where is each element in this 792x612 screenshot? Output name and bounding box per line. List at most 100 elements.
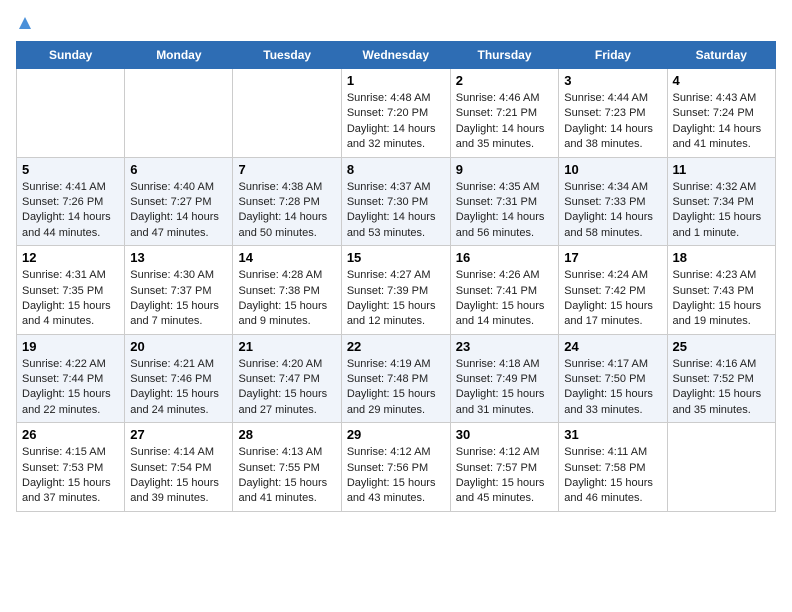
day-number: 23 [456, 339, 554, 354]
header [16, 16, 776, 35]
day-info: Sunrise: 4:19 AM Sunset: 7:48 PM Dayligh… [347, 357, 445, 419]
day-info: Sunrise: 4:13 AM Sunset: 7:55 PM Dayligh… [238, 445, 335, 507]
day-info: Sunrise: 4:23 AM Sunset: 7:43 PM Dayligh… [673, 268, 771, 330]
calendar-table: SundayMondayTuesdayWednesdayThursdayFrid… [16, 41, 776, 512]
day-number: 20 [130, 339, 227, 354]
calendar-cell: 19 Sunrise: 4:22 AM Sunset: 7:44 PM Dayli… [17, 334, 125, 423]
calendar-cell: 18 Sunrise: 4:23 AM Sunset: 7:43 PM Dayli… [667, 246, 776, 335]
day-info: Sunrise: 4:18 AM Sunset: 7:49 PM Dayligh… [456, 357, 554, 419]
calendar-cell [125, 69, 233, 158]
day-info: Sunrise: 4:21 AM Sunset: 7:46 PM Dayligh… [130, 357, 227, 419]
day-header-tuesday: Tuesday [233, 42, 341, 69]
day-info: Sunrise: 4:12 AM Sunset: 7:56 PM Dayligh… [347, 445, 445, 507]
day-number: 6 [130, 162, 227, 177]
day-number: 22 [347, 339, 445, 354]
day-info: Sunrise: 4:28 AM Sunset: 7:38 PM Dayligh… [238, 268, 335, 330]
day-number: 16 [456, 250, 554, 265]
calendar-cell: 23 Sunrise: 4:18 AM Sunset: 7:49 PM Dayli… [450, 334, 559, 423]
day-header-thursday: Thursday [450, 42, 559, 69]
day-info: Sunrise: 4:38 AM Sunset: 7:28 PM Dayligh… [238, 180, 335, 242]
calendar-cell: 29 Sunrise: 4:12 AM Sunset: 7:56 PM Dayli… [341, 423, 450, 512]
calendar-week-3: 12 Sunrise: 4:31 AM Sunset: 7:35 PM Dayli… [17, 246, 776, 335]
calendar-cell: 7Sunrise: 4:38 AM Sunset: 7:28 PM Daylig… [233, 157, 341, 246]
day-info: Sunrise: 4:12 AM Sunset: 7:57 PM Dayligh… [456, 445, 554, 507]
day-info: Sunrise: 4:30 AM Sunset: 7:37 PM Dayligh… [130, 268, 227, 330]
day-info: Sunrise: 4:24 AM Sunset: 7:42 PM Dayligh… [564, 268, 661, 330]
logo-arrow-icon [18, 16, 32, 35]
day-info: Sunrise: 4:22 AM Sunset: 7:44 PM Dayligh… [22, 357, 119, 419]
day-header-wednesday: Wednesday [341, 42, 450, 69]
day-number: 4 [673, 73, 771, 88]
day-number: 21 [238, 339, 335, 354]
day-number: 18 [673, 250, 771, 265]
calendar-cell: 4 Sunrise: 4:43 AM Sunset: 7:24 PM Daylig… [667, 69, 776, 158]
day-info: Sunrise: 4:43 AM Sunset: 7:24 PM Dayligh… [673, 91, 771, 153]
calendar-cell: 14 Sunrise: 4:28 AM Sunset: 7:38 PM Dayli… [233, 246, 341, 335]
day-number: 30 [456, 427, 554, 442]
day-number: 31 [564, 427, 661, 442]
day-header-friday: Friday [559, 42, 667, 69]
day-info: Sunrise: 4:32 AM Sunset: 7:34 PM Dayligh… [673, 180, 771, 242]
day-info: Sunrise: 4:20 AM Sunset: 7:47 PM Dayligh… [238, 357, 335, 419]
day-number: 25 [673, 339, 771, 354]
logo [16, 16, 32, 35]
day-header-sunday: Sunday [17, 42, 125, 69]
calendar-cell [17, 69, 125, 158]
day-info: Sunrise: 4:16 AM Sunset: 7:52 PM Dayligh… [673, 357, 771, 419]
day-number: 8 [347, 162, 445, 177]
day-info: Sunrise: 4:35 AM Sunset: 7:31 PM Dayligh… [456, 180, 554, 242]
calendar-cell: 26 Sunrise: 4:15 AM Sunset: 7:53 PM Dayli… [17, 423, 125, 512]
day-info: Sunrise: 4:44 AM Sunset: 7:23 PM Dayligh… [564, 91, 661, 153]
day-number: 14 [238, 250, 335, 265]
day-number: 5 [22, 162, 119, 177]
calendar-cell: 2Sunrise: 4:46 AM Sunset: 7:21 PM Daylig… [450, 69, 559, 158]
calendar-cell: 6Sunrise: 4:40 AM Sunset: 7:27 PM Daylig… [125, 157, 233, 246]
calendar-cell: 1 Sunrise: 4:48 AM Sunset: 7:20 PM Daylig… [341, 69, 450, 158]
calendar-cell: 28Sunrise: 4:13 AM Sunset: 7:55 PM Dayli… [233, 423, 341, 512]
calendar-cell: 12 Sunrise: 4:31 AM Sunset: 7:35 PM Dayli… [17, 246, 125, 335]
day-number: 2 [456, 73, 554, 88]
calendar-header-row: SundayMondayTuesdayWednesdayThursdayFrid… [17, 42, 776, 69]
day-info: Sunrise: 4:17 AM Sunset: 7:50 PM Dayligh… [564, 357, 661, 419]
day-number: 9 [456, 162, 554, 177]
day-number: 3 [564, 73, 661, 88]
day-number: 1 [347, 73, 445, 88]
day-info: Sunrise: 4:14 AM Sunset: 7:54 PM Dayligh… [130, 445, 227, 507]
calendar-cell: 15Sunrise: 4:27 AM Sunset: 7:39 PM Dayli… [341, 246, 450, 335]
calendar-cell [233, 69, 341, 158]
day-info: Sunrise: 4:34 AM Sunset: 7:33 PM Dayligh… [564, 180, 661, 242]
day-number: 24 [564, 339, 661, 354]
calendar-cell: 20 Sunrise: 4:21 AM Sunset: 7:46 PM Dayli… [125, 334, 233, 423]
calendar-cell: 10 Sunrise: 4:34 AM Sunset: 7:33 PM Dayli… [559, 157, 667, 246]
day-info: Sunrise: 4:48 AM Sunset: 7:20 PM Dayligh… [347, 91, 445, 153]
calendar-cell: 24 Sunrise: 4:17 AM Sunset: 7:50 PM Dayli… [559, 334, 667, 423]
day-number: 26 [22, 427, 119, 442]
calendar-week-5: 26 Sunrise: 4:15 AM Sunset: 7:53 PM Dayli… [17, 423, 776, 512]
day-info: Sunrise: 4:31 AM Sunset: 7:35 PM Dayligh… [22, 268, 119, 330]
day-info: Sunrise: 4:37 AM Sunset: 7:30 PM Dayligh… [347, 180, 445, 242]
calendar-week-4: 19 Sunrise: 4:22 AM Sunset: 7:44 PM Dayli… [17, 334, 776, 423]
calendar-cell: 25 Sunrise: 4:16 AM Sunset: 7:52 PM Dayli… [667, 334, 776, 423]
day-number: 29 [347, 427, 445, 442]
calendar-cell: 3 Sunrise: 4:44 AM Sunset: 7:23 PM Daylig… [559, 69, 667, 158]
calendar-cell: 8 Sunrise: 4:37 AM Sunset: 7:30 PM Daylig… [341, 157, 450, 246]
day-number: 11 [673, 162, 771, 177]
calendar-cell: 31 Sunrise: 4:11 AM Sunset: 7:58 PM Dayli… [559, 423, 667, 512]
calendar-cell: 9 Sunrise: 4:35 AM Sunset: 7:31 PM Daylig… [450, 157, 559, 246]
day-number: 19 [22, 339, 119, 354]
day-info: Sunrise: 4:26 AM Sunset: 7:41 PM Dayligh… [456, 268, 554, 330]
calendar-cell [667, 423, 776, 512]
calendar-cell: 13Sunrise: 4:30 AM Sunset: 7:37 PM Dayli… [125, 246, 233, 335]
day-number: 12 [22, 250, 119, 265]
day-info: Sunrise: 4:41 AM Sunset: 7:26 PM Dayligh… [22, 180, 119, 242]
day-number: 27 [130, 427, 227, 442]
calendar-cell: 22 Sunrise: 4:19 AM Sunset: 7:48 PM Dayli… [341, 334, 450, 423]
calendar-week-2: 5 Sunrise: 4:41 AM Sunset: 7:26 PM Daylig… [17, 157, 776, 246]
day-info: Sunrise: 4:11 AM Sunset: 7:58 PM Dayligh… [564, 445, 661, 507]
day-number: 10 [564, 162, 661, 177]
day-info: Sunrise: 4:15 AM Sunset: 7:53 PM Dayligh… [22, 445, 119, 507]
calendar-cell: 16 Sunrise: 4:26 AM Sunset: 7:41 PM Dayli… [450, 246, 559, 335]
calendar-cell: 21 Sunrise: 4:20 AM Sunset: 7:47 PM Dayli… [233, 334, 341, 423]
calendar-cell: 11 Sunrise: 4:32 AM Sunset: 7:34 PM Dayli… [667, 157, 776, 246]
day-number: 15 [347, 250, 445, 265]
